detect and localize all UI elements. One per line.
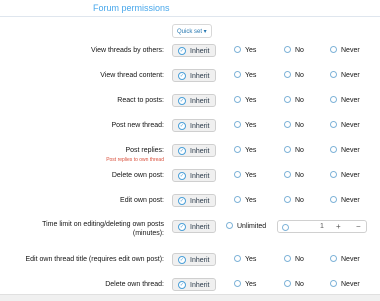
check-icon: ✓ — [178, 122, 186, 130]
permission-label: Post new thread: — [111, 122, 164, 129]
check-icon: ✓ — [178, 281, 186, 289]
permission-label: Post replies: — [125, 147, 164, 154]
inherit-button[interactable]: ✓ Inherit — [172, 144, 216, 157]
radio-icon — [330, 95, 337, 103]
radio-icon — [226, 221, 233, 229]
yes-option[interactable]: Yes — [234, 279, 256, 289]
stepper-value[interactable]: 1 — [320, 223, 324, 230]
check-icon: ✓ — [178, 47, 186, 55]
section-title: Forum permissions — [93, 3, 170, 13]
radio-icon[interactable] — [282, 224, 289, 231]
check-icon: ✓ — [178, 172, 186, 180]
radio-icon — [284, 170, 291, 178]
time-limit-stepper[interactable]: 1 + − — [277, 220, 367, 233]
radio-icon — [284, 45, 291, 53]
permission-label: Delete own post: — [111, 172, 164, 179]
inherit-button[interactable]: ✓ Inherit — [172, 169, 216, 182]
yes-option[interactable]: Yes — [234, 145, 256, 155]
inherit-button[interactable]: ✓ Inherit — [172, 69, 216, 82]
radio-icon — [330, 70, 337, 78]
radio-icon — [330, 279, 337, 287]
radio-icon — [330, 145, 337, 153]
inherit-button[interactable]: ✓ Inherit — [172, 119, 216, 132]
radio-icon — [330, 45, 337, 53]
inherit-button[interactable]: ✓ Inherit — [172, 278, 216, 291]
yes-option[interactable]: Yes — [234, 120, 256, 130]
no-option[interactable]: No — [284, 120, 304, 130]
never-option[interactable]: Never — [330, 254, 360, 264]
permission-label: Time limit on editing/deleting own posts… — [42, 221, 164, 237]
radio-icon — [284, 145, 291, 153]
radio-icon — [284, 95, 291, 103]
radio-icon — [284, 254, 291, 262]
never-option[interactable]: Never — [330, 195, 360, 205]
check-icon: ✓ — [178, 97, 186, 105]
radio-icon — [284, 195, 291, 203]
radio-icon — [330, 170, 337, 178]
no-option[interactable]: No — [284, 70, 304, 80]
never-option[interactable]: Never — [330, 170, 360, 180]
check-icon: ✓ — [178, 256, 186, 264]
radio-icon — [234, 95, 241, 103]
yes-option[interactable]: Yes — [234, 45, 256, 55]
no-option[interactable]: No — [284, 195, 304, 205]
yes-option[interactable]: Yes — [234, 195, 256, 205]
permission-label: Edit own thread title (requires edit own… — [25, 256, 164, 263]
no-option[interactable]: No — [284, 95, 304, 105]
no-option[interactable]: No — [284, 254, 304, 264]
never-option[interactable]: Never — [330, 45, 360, 55]
no-option[interactable]: No — [284, 45, 304, 55]
quick-set-button[interactable]: Quick set ▾ — [172, 24, 212, 38]
yes-option[interactable]: Yes — [234, 95, 256, 105]
yes-option[interactable]: Yes — [234, 254, 256, 264]
yes-option[interactable]: Yes — [234, 170, 256, 180]
radio-icon — [234, 170, 241, 178]
check-icon: ✓ — [178, 147, 186, 155]
inherit-button[interactable]: ✓ Inherit — [172, 194, 216, 207]
radio-icon — [234, 279, 241, 287]
inherit-button[interactable]: ✓ Inherit — [172, 44, 216, 57]
never-option[interactable]: Never — [330, 95, 360, 105]
radio-icon — [234, 120, 241, 128]
radio-icon — [330, 120, 337, 128]
inherit-button[interactable]: ✓ Inherit — [172, 220, 216, 233]
no-option[interactable]: No — [284, 279, 304, 289]
decrement-button[interactable]: − — [356, 222, 361, 231]
permission-label: React to posts: — [117, 97, 164, 104]
radio-icon — [234, 254, 241, 262]
radio-icon — [284, 70, 291, 78]
permission-hint: Post replies to own thread — [106, 157, 164, 163]
permission-label: View thread content: — [100, 72, 164, 79]
radio-icon — [234, 195, 241, 203]
no-option[interactable]: No — [284, 170, 304, 180]
never-option[interactable]: Never — [330, 145, 360, 155]
increment-button[interactable]: + — [336, 222, 341, 231]
radio-icon — [330, 195, 337, 203]
inherit-button[interactable]: ✓ Inherit — [172, 253, 216, 266]
no-option[interactable]: No — [284, 145, 304, 155]
unlimited-option[interactable]: Unlimited — [226, 221, 266, 231]
check-icon: ✓ — [178, 223, 186, 231]
permission-label: Edit own post: — [120, 197, 164, 204]
forum-permissions-header: Forum permissions — [0, 0, 380, 17]
radio-icon — [234, 70, 241, 78]
radio-icon — [234, 45, 241, 53]
permission-label: Delete own thread: — [105, 281, 164, 288]
radio-icon — [284, 120, 291, 128]
inherit-button[interactable]: ✓ Inherit — [172, 94, 216, 107]
radio-icon — [284, 279, 291, 287]
check-icon: ✓ — [178, 72, 186, 80]
never-option[interactable]: Never — [330, 279, 360, 289]
never-option[interactable]: Never — [330, 70, 360, 80]
never-option[interactable]: Never — [330, 120, 360, 130]
check-icon: ✓ — [178, 197, 186, 205]
radio-icon — [330, 254, 337, 262]
yes-option[interactable]: Yes — [234, 70, 256, 80]
permission-label: View threads by others: — [90, 47, 164, 54]
radio-icon — [234, 145, 241, 153]
